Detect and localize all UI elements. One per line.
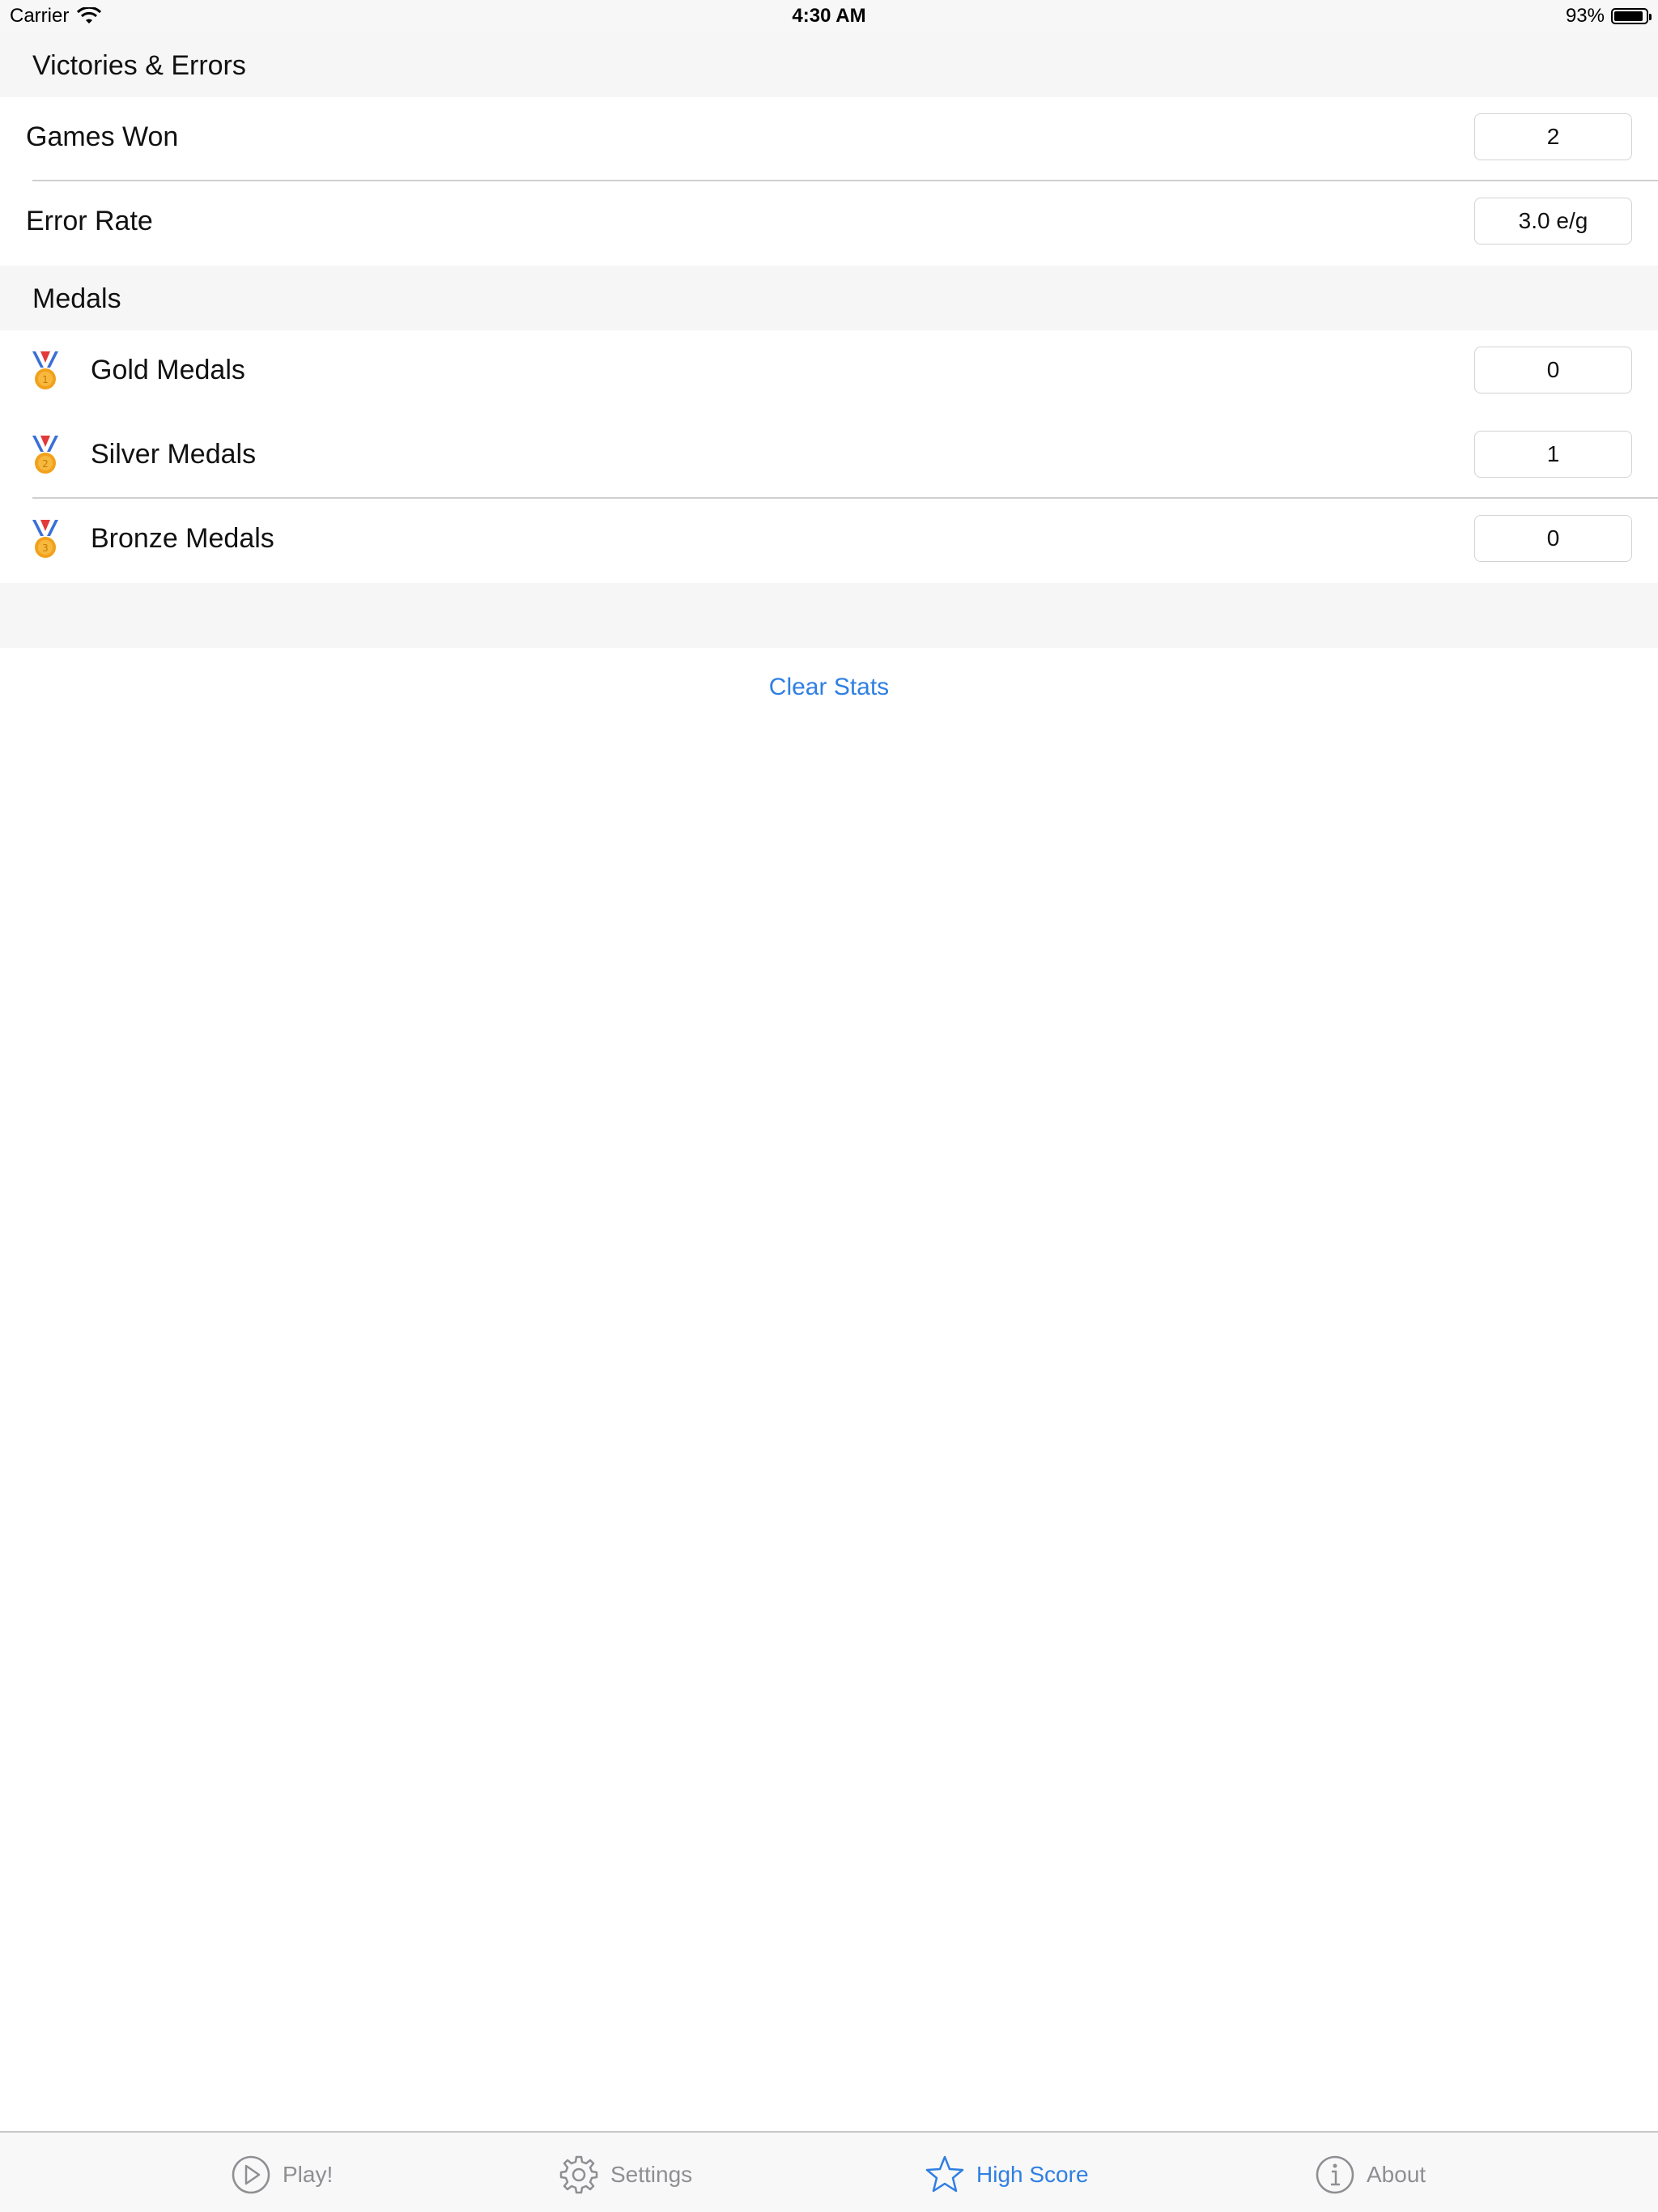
games-won-label: Games Won (26, 121, 179, 152)
battery-percent: 93% (1565, 5, 1605, 27)
clear-stats-button[interactable]: Clear Stats (0, 674, 1658, 701)
star-icon (925, 2155, 964, 2193)
games-won-row: Games Won 2 (0, 97, 1658, 181)
section-header-medals: Medals (0, 266, 1658, 330)
gold-medals-label: Gold Medals (91, 355, 245, 385)
battery-level (1614, 11, 1643, 21)
status-time: 4:30 AM (792, 5, 866, 27)
silver-medals-row: 2 Silver Medals 1 (0, 415, 1658, 499)
tab-play[interactable]: Play! (231, 2152, 333, 2197)
gold-medals-row: 1 Gold Medals 0 (0, 330, 1658, 415)
tab-bar: Play! Settings High Score About (0, 2131, 1658, 2212)
tab-label: Play! (283, 2162, 334, 2187)
silver-medal-icon: 2 (32, 436, 58, 474)
tab-high-score[interactable]: High Score (925, 2152, 1089, 2197)
info-icon (1316, 2155, 1354, 2194)
medal-number: 1 (42, 374, 49, 385)
section-footer (0, 583, 1658, 648)
error-rate-label: Error Rate (26, 206, 153, 236)
gold-medals-value: 0 (1474, 347, 1632, 393)
medal-number: 2 (42, 458, 49, 470)
tab-label: High Score (976, 2162, 1089, 2187)
tab-label: About (1367, 2162, 1426, 2187)
games-won-value: 2 (1474, 113, 1632, 160)
status-right: 93% (1565, 5, 1652, 28)
medal-number: 3 (42, 542, 49, 554)
bronze-medals-value: 0 (1474, 515, 1632, 562)
section-header-victories: Victories & Errors (0, 32, 1658, 97)
bronze-medals-label: Bronze Medals (91, 523, 274, 554)
bronze-medals-row: 3 Bronze Medals 0 (0, 499, 1658, 583)
bronze-medal-icon: 3 (32, 520, 58, 558)
tab-label: Settings (610, 2162, 693, 2187)
tab-about[interactable]: About (1315, 2152, 1426, 2197)
gold-medal-icon: 1 (32, 351, 58, 389)
section-title: Victories & Errors (32, 50, 246, 81)
play-icon (232, 2155, 270, 2194)
battery-icon (1611, 8, 1652, 24)
silver-medals-value: 1 (1474, 431, 1632, 478)
silver-medals-label: Silver Medals (91, 439, 257, 470)
gear-icon (559, 2155, 598, 2194)
section-title: Medals (32, 283, 121, 314)
status-bar: Carrier 4:30 AM 93% (0, 0, 1658, 32)
tab-settings[interactable]: Settings (559, 2152, 692, 2197)
error-rate-value: 3.0 e/g (1474, 198, 1632, 245)
error-rate-row: Error Rate 3.0 e/g (0, 181, 1658, 266)
